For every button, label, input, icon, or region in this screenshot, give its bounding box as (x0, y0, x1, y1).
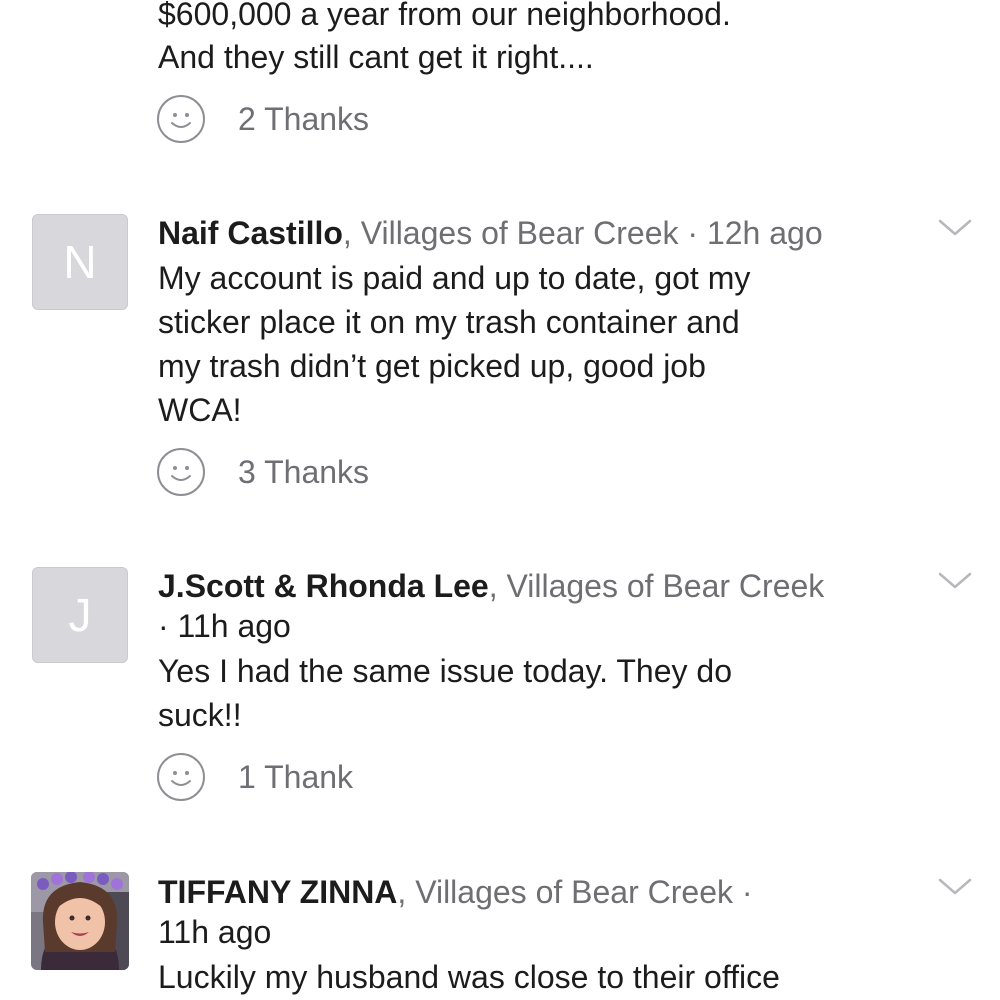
author-separator: , (488, 568, 498, 604)
post-time: · 12h ago (687, 215, 823, 251)
post-body-line: sticker place it on my trash container a… (158, 304, 740, 340)
author-separator: , (342, 215, 352, 251)
thanks-count: 1 Thank (238, 758, 354, 795)
post-body-line: My account is paid and up to date, got m… (158, 260, 751, 296)
post-body-line: my trash didn’t get picked up, good job (158, 348, 706, 384)
profile-photo-icon (31, 872, 129, 970)
chevron-down-icon[interactable] (938, 571, 972, 591)
post-header: TIFFANY ZINNA, Villages of Bear Creek · (158, 872, 753, 912)
avatar[interactable]: J (32, 567, 128, 663)
author-name[interactable]: J.Scott & Rhonda Lee (158, 568, 489, 604)
author-name[interactable]: TIFFANY ZINNA (158, 874, 397, 910)
post-header: J.Scott & Rhonda Lee, Villages of Bear C… (158, 566, 824, 606)
post-body-line: $600,000 a year from our neighborhood. (158, 0, 731, 32)
thanks-count: 2 Thanks (238, 100, 370, 137)
smiley-face-icon (157, 95, 205, 143)
neighborhood-name[interactable]: Villages of Bear Creek (361, 215, 679, 251)
smiley-face-icon (157, 448, 205, 496)
smiley-face-icon (157, 753, 205, 801)
post-time: · 11h ago (158, 608, 291, 644)
post-time: 11h ago (158, 914, 272, 950)
thank-button[interactable]: 2 Thanks (157, 93, 369, 145)
avatar-initial: N (63, 236, 97, 288)
post-body-line: suck!! (158, 697, 242, 733)
post-header: Naif Castillo, Villages of Bear Creek · … (158, 213, 823, 253)
author-name[interactable]: Naif Castillo (158, 215, 343, 251)
avatar[interactable]: N (32, 214, 128, 310)
post-body-line: Luckily my husband was close to their of… (158, 959, 780, 995)
post-body-line: WCA! (158, 392, 242, 428)
avatar-initial: J (68, 589, 92, 641)
avatar-photo[interactable] (31, 872, 129, 970)
neighborhood-name[interactable]: Villages of Bear Creek · (415, 874, 752, 910)
chevron-down-icon[interactable] (938, 877, 972, 897)
thank-button[interactable]: 3 Thanks (157, 446, 369, 498)
author-separator: , (397, 874, 407, 910)
thank-button[interactable]: 1 Thank (157, 751, 353, 803)
chevron-down-icon[interactable] (938, 218, 972, 238)
thanks-count: 3 Thanks (238, 453, 370, 490)
post-body-line: And they still cant get it right.... (158, 39, 594, 75)
comment-feed: $600,000 a year from our neighborhood. A… (0, 0, 1000, 1000)
post-body-line: Yes I had the same issue today. They do (158, 653, 732, 689)
neighborhood-name[interactable]: Villages of Bear Creek (506, 568, 824, 604)
